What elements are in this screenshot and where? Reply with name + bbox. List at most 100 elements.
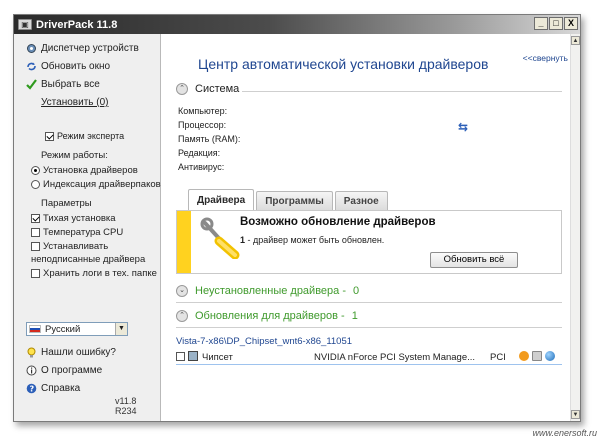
tab-programs[interactable]: Программы (256, 191, 333, 210)
scroll-down-icon[interactable]: ▼ (571, 410, 580, 419)
row-checkbox[interactable] (176, 351, 185, 362)
minimize-button[interactable]: _ (534, 17, 548, 30)
driver-bus: PCI (490, 351, 506, 363)
checkbox-label: Хранить логи в тех. папке (43, 268, 157, 279)
expert-mode-checkbox[interactable]: Режим эксперта (45, 131, 124, 141)
driver-path-link[interactable]: Vista-7-x86\DP_Chipset_wnt6-x86_11051 (176, 336, 352, 347)
param-keep-logs[interactable]: Хранить логи в тех. папке (31, 268, 157, 279)
checkbox-box[interactable] (31, 214, 40, 223)
sidebar-item-label: Диспетчер устройств (41, 43, 139, 54)
radio-button[interactable] (31, 180, 40, 189)
checkbox-box[interactable] (31, 228, 40, 237)
mode-radio-install[interactable]: Установка драйверов (31, 165, 138, 176)
driver-status-icon[interactable] (519, 351, 529, 364)
expand-toggle-icon[interactable]: ⌄ (176, 285, 188, 297)
mode-radio-index[interactable]: Индексация драйверпаков (31, 179, 161, 190)
section-title: Обновления для драйверов - (195, 310, 345, 322)
mode-label: Режим работы: (41, 150, 108, 161)
sidebar-item-about[interactable]: О программе (26, 365, 102, 376)
title-bar[interactable]: ▣ DriverPack 11.8 _ □ X (14, 15, 580, 34)
info-icon (26, 365, 37, 376)
language-select[interactable]: Русский ▼ (26, 322, 128, 336)
update-subtitle-text: - драйвер может быть обновлен. (245, 235, 385, 245)
sidebar-item-label: О программе (41, 365, 103, 376)
divider (176, 327, 562, 328)
app-icon: ▣ (18, 19, 32, 30)
sidebar-item-label: Выбрать все (41, 79, 100, 90)
tab-misc[interactable]: Разное (334, 191, 388, 210)
page-title: Центр автоматической установки драйверов (198, 56, 489, 72)
russia-flag-icon (29, 325, 41, 333)
collapse-link[interactable]: <<свернуть (523, 53, 568, 63)
updates-section-header[interactable]: ⌃ Обновления для драйверов - 1 (176, 310, 358, 322)
radio-label: Установка драйверов (43, 165, 138, 176)
checkmark-icon (26, 79, 37, 90)
section-title: Система (195, 83, 240, 95)
collapse-toggle-icon[interactable]: ⌃ (176, 83, 188, 95)
section-count: 1 (351, 310, 358, 322)
sidebar-item-help[interactable]: ? Справка (26, 383, 80, 394)
checkbox-box[interactable] (176, 351, 185, 361)
window-title: DriverPack 11.8 (36, 18, 118, 31)
lightbulb-icon (26, 347, 37, 358)
info-label-cpu: Процессор: (178, 120, 227, 130)
driver-web-icon[interactable] (545, 351, 555, 364)
notification-stripe (177, 211, 191, 273)
tab-bar: Драйвера Программы Разное (188, 189, 388, 210)
checkbox-label: Устанавливать (43, 241, 109, 252)
info-label-computer: Компьютер: (178, 106, 228, 116)
refresh-icon (26, 61, 37, 72)
sidebar-item-label: Нашли ошибку? (41, 347, 116, 358)
chip-icon (188, 351, 198, 364)
table-row[interactable]: Чипсет NVIDIA nForce PCI System Manage..… (176, 350, 562, 364)
param-unsigned-drivers[interactable]: Устанавливать (31, 241, 108, 252)
params-label: Параметры (41, 198, 92, 209)
param-silent-install[interactable]: Тихая установка (31, 213, 116, 224)
collapse-toggle-icon[interactable]: ⌃ (176, 310, 188, 322)
update-all-button[interactable]: Обновить всё (430, 252, 518, 268)
sidebar-item-refresh[interactable]: Обновить окно (26, 61, 110, 72)
update-title: Возможно обновление драйверов (240, 216, 436, 228)
help-icon: ? (26, 383, 37, 394)
checkbox-label-line2: неподписанные драйвера (31, 254, 146, 265)
driver-category: Чипсет (202, 351, 233, 363)
sidebar: Диспетчер устройств Обновить окно Выбрат… (14, 34, 161, 421)
info-label-ram: Память (RAM): (178, 134, 241, 144)
sidebar-item-report-bug[interactable]: Нашли ошибку? (26, 347, 116, 358)
chevron-down-icon[interactable]: ▼ (115, 323, 127, 335)
wrench-screwdriver-icon (200, 217, 240, 259)
uninstalled-section-header[interactable]: ⌄ Неустановленные драйвера - 0 (176, 285, 359, 297)
version-label: v11.8 R234 (115, 396, 137, 416)
system-section-header[interactable]: ⌃ Система (176, 83, 239, 95)
param-cpu-temp[interactable]: Температура CPU (31, 227, 123, 238)
radio-label: Индексация драйверпаков (43, 179, 161, 190)
info-label-edition: Редакция: (178, 148, 221, 158)
radio-button[interactable] (31, 166, 40, 175)
sidebar-item-device-manager[interactable]: Диспетчер устройств (26, 43, 139, 54)
tab-drivers[interactable]: Драйвера (188, 189, 255, 210)
section-title: Неустановленные драйвера - (195, 285, 346, 297)
scroll-up-icon[interactable]: ▲ (571, 36, 580, 45)
divider (242, 91, 562, 92)
install-link-label: Установить (0) (41, 97, 109, 108)
window-controls: _ □ X (534, 17, 578, 30)
driver-name: NVIDIA nForce PCI System Manage... (314, 351, 476, 363)
vertical-scrollbar[interactable]: ▲ ▼ (570, 34, 580, 421)
checkbox-box[interactable] (31, 269, 40, 278)
update-subtitle: 1 - драйвер может быть обновлен. (240, 235, 384, 245)
watermark: www.enersoft.ru (532, 428, 597, 438)
update-notification-box: Возможно обновление драйверов 1 - драйве… (176, 210, 562, 274)
close-button[interactable]: X (564, 17, 578, 30)
checkbox-label: Режим эксперта (57, 131, 125, 141)
device-manager-icon (26, 43, 37, 54)
checkbox-box[interactable] (45, 131, 54, 141)
divider (176, 302, 562, 303)
maximize-button[interactable]: □ (549, 17, 563, 30)
sidebar-item-install[interactable]: Установить (0) (41, 97, 109, 108)
driver-doc-icon[interactable] (532, 351, 542, 364)
driverpack-window: ▣ DriverPack 11.8 _ □ X Диспетчер устрой… (13, 14, 581, 422)
checkbox-box[interactable] (31, 242, 40, 251)
refresh-system-icon[interactable]: ⇆ (458, 120, 468, 134)
checkbox-label: Тихая установка (43, 213, 116, 224)
sidebar-item-select-all[interactable]: Выбрать все (26, 79, 100, 90)
